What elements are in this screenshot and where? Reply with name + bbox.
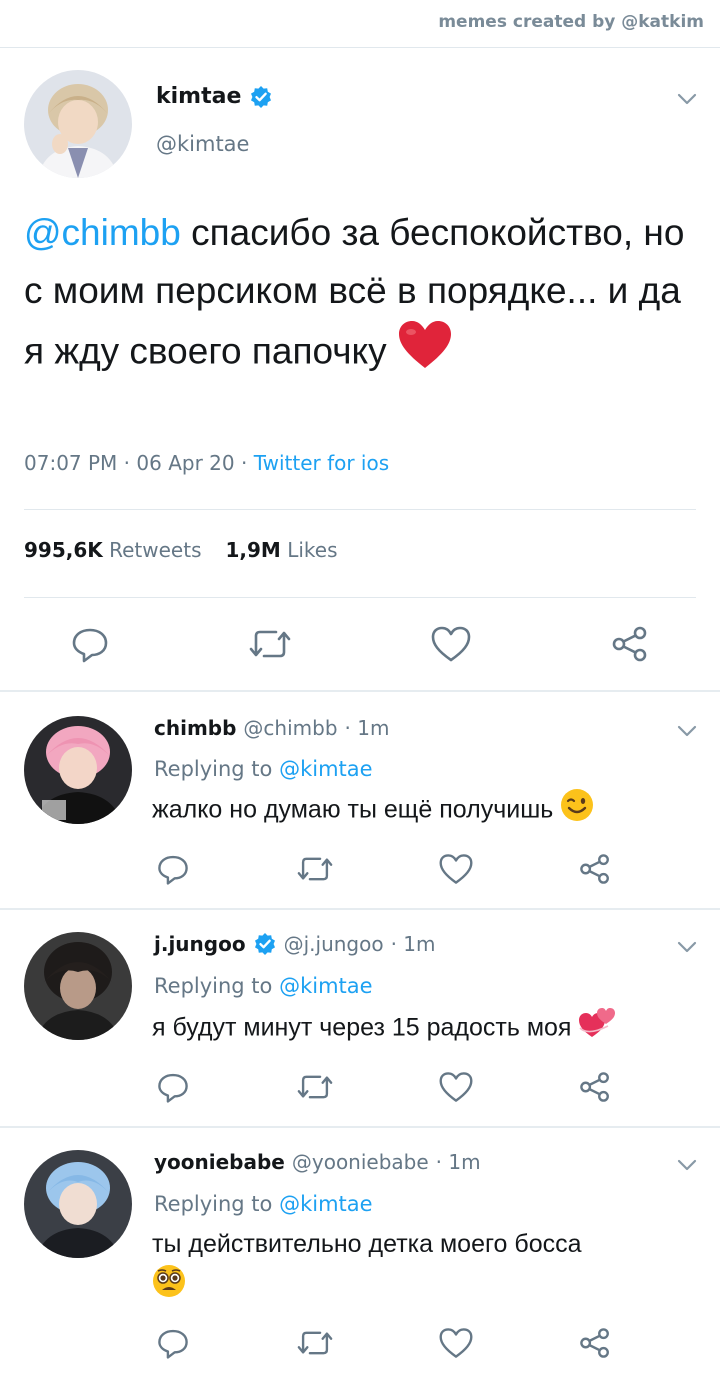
like-icon[interactable]: [438, 1326, 474, 1360]
replying-label: Replying to: [154, 974, 273, 998]
meta-dot: ·: [123, 451, 131, 475]
divider: [0, 1126, 720, 1128]
display-name[interactable]: kimtae: [156, 84, 273, 109]
reply-body: я будут минут через 15 радость моя: [152, 1013, 572, 1042]
reply-header: chimbb @chimbb · 1m: [154, 716, 389, 740]
mention-link[interactable]: @kimtae: [279, 974, 372, 998]
handle[interactable]: @j.jungoo: [284, 932, 384, 956]
retweet-icon[interactable]: [248, 624, 292, 664]
credit-text: memes created by @katkim: [438, 12, 704, 32]
reply-text: ты действительно детка моего босса: [152, 1224, 692, 1310]
reply-text: я будут минут через 15 радость моя: [152, 1006, 692, 1052]
divider: [0, 908, 720, 910]
like-icon[interactable]: [430, 624, 472, 664]
avatar[interactable]: [24, 70, 132, 178]
display-name[interactable]: j.jungoo: [154, 932, 246, 956]
reply-text: жалко но думаю ты ещё получишь: [152, 788, 692, 834]
reply-header: j.jungoo @j.jungoo · 1m: [154, 932, 436, 956]
reply-icon[interactable]: [156, 1070, 190, 1104]
reply-icon[interactable]: [156, 1326, 190, 1360]
display-name-text[interactable]: kimtae: [156, 84, 241, 109]
handle[interactable]: @chimbb: [243, 716, 337, 740]
replying-to: Replying to @kimtae: [154, 757, 373, 781]
chevron-down-icon[interactable]: [676, 1154, 698, 1176]
tweet-time: 07:07 PM: [24, 451, 118, 475]
retweets-count: 995,6K: [24, 538, 103, 562]
divider: [0, 690, 720, 692]
tweet-meta: 07:07 PM · 06 Apr 20 · Twitter for ios: [24, 451, 389, 475]
mention-link[interactable]: @chimbb: [24, 212, 181, 253]
reply-header: yooniebabe @yooniebabe · 1m: [154, 1150, 481, 1174]
replying-label: Replying to: [154, 757, 273, 781]
likes-label: Likes: [287, 538, 338, 562]
meta-dot: ·: [240, 451, 248, 475]
avatar[interactable]: [24, 932, 132, 1040]
replying-label: Replying to: [154, 1192, 273, 1216]
reply-icon[interactable]: [70, 624, 110, 664]
handle[interactable]: @kimtae: [156, 132, 249, 156]
reply-body: жалко но думаю ты ещё получишь: [152, 795, 554, 824]
avatar[interactable]: [24, 716, 132, 824]
retweet-icon[interactable]: [296, 852, 334, 886]
tweet-stats: 995,6K Retweets 1,9M Likes: [24, 538, 338, 562]
pleading-emoji: [152, 1264, 186, 1310]
wink-emoji: [560, 788, 594, 834]
two-hearts-emoji: [578, 1006, 616, 1052]
chevron-down-icon[interactable]: [676, 88, 698, 110]
verified-badge-icon: [249, 85, 273, 109]
timestamp: · 1m: [344, 716, 390, 740]
retweet-icon[interactable]: [296, 1326, 334, 1360]
replying-to: Replying to @kimtae: [154, 1192, 373, 1216]
likes-stat[interactable]: 1,9M Likes: [226, 538, 338, 562]
divider: [24, 509, 696, 510]
timestamp: · 1m: [435, 1150, 481, 1174]
chevron-down-icon[interactable]: [676, 936, 698, 958]
tweet-date: 06 Apr 20: [136, 451, 235, 475]
mention-link[interactable]: @kimtae: [279, 757, 372, 781]
avatar[interactable]: [24, 1150, 132, 1258]
mention-link[interactable]: @kimtae: [279, 1192, 372, 1216]
display-name[interactable]: yooniebabe: [154, 1150, 285, 1174]
retweet-icon[interactable]: [296, 1070, 334, 1104]
divider: [24, 597, 696, 598]
reply-icon[interactable]: [156, 852, 190, 886]
like-icon[interactable]: [438, 1070, 474, 1104]
red-heart-emoji: [397, 320, 453, 387]
chevron-down-icon[interactable]: [676, 720, 698, 742]
display-name[interactable]: chimbb: [154, 716, 236, 740]
share-icon[interactable]: [578, 852, 612, 886]
retweets-stat[interactable]: 995,6K Retweets: [24, 538, 202, 562]
likes-count: 1,9M: [225, 538, 281, 562]
like-icon[interactable]: [438, 852, 474, 886]
share-icon[interactable]: [578, 1326, 612, 1360]
tweet-text: @chimbb спасибо за беспокойство, но с мо…: [24, 204, 704, 387]
divider: [0, 47, 720, 48]
share-icon[interactable]: [610, 624, 650, 664]
handle[interactable]: @yooniebabe: [292, 1150, 429, 1174]
tweet-source-link[interactable]: Twitter for ios: [254, 451, 389, 475]
share-icon[interactable]: [578, 1070, 612, 1104]
verified-badge-icon: [253, 932, 277, 956]
reply-body: ты действительно детка моего босса: [152, 1230, 582, 1258]
replying-to: Replying to @kimtae: [154, 974, 373, 998]
retweets-label: Retweets: [109, 538, 202, 562]
timestamp: · 1m: [390, 932, 436, 956]
